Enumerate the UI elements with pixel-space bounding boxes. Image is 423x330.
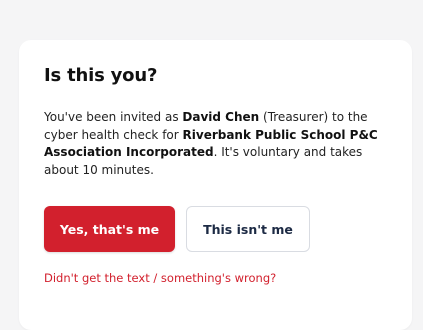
invitation-text: You've been invited as David Chen (Treas… (44, 109, 396, 179)
identity-confirmation-card: Is this you? You've been invited as Davi… (19, 40, 412, 330)
card-title: Is this you? (44, 65, 158, 86)
invite-text-part1: You've been invited as (44, 110, 183, 124)
help-link[interactable]: Didn't get the text / something's wrong? (44, 271, 276, 285)
confirm-identity-button[interactable]: Yes, that's me (44, 206, 175, 252)
invitee-name: David Chen (182, 110, 260, 124)
not-me-button[interactable]: This isn't me (186, 206, 310, 252)
